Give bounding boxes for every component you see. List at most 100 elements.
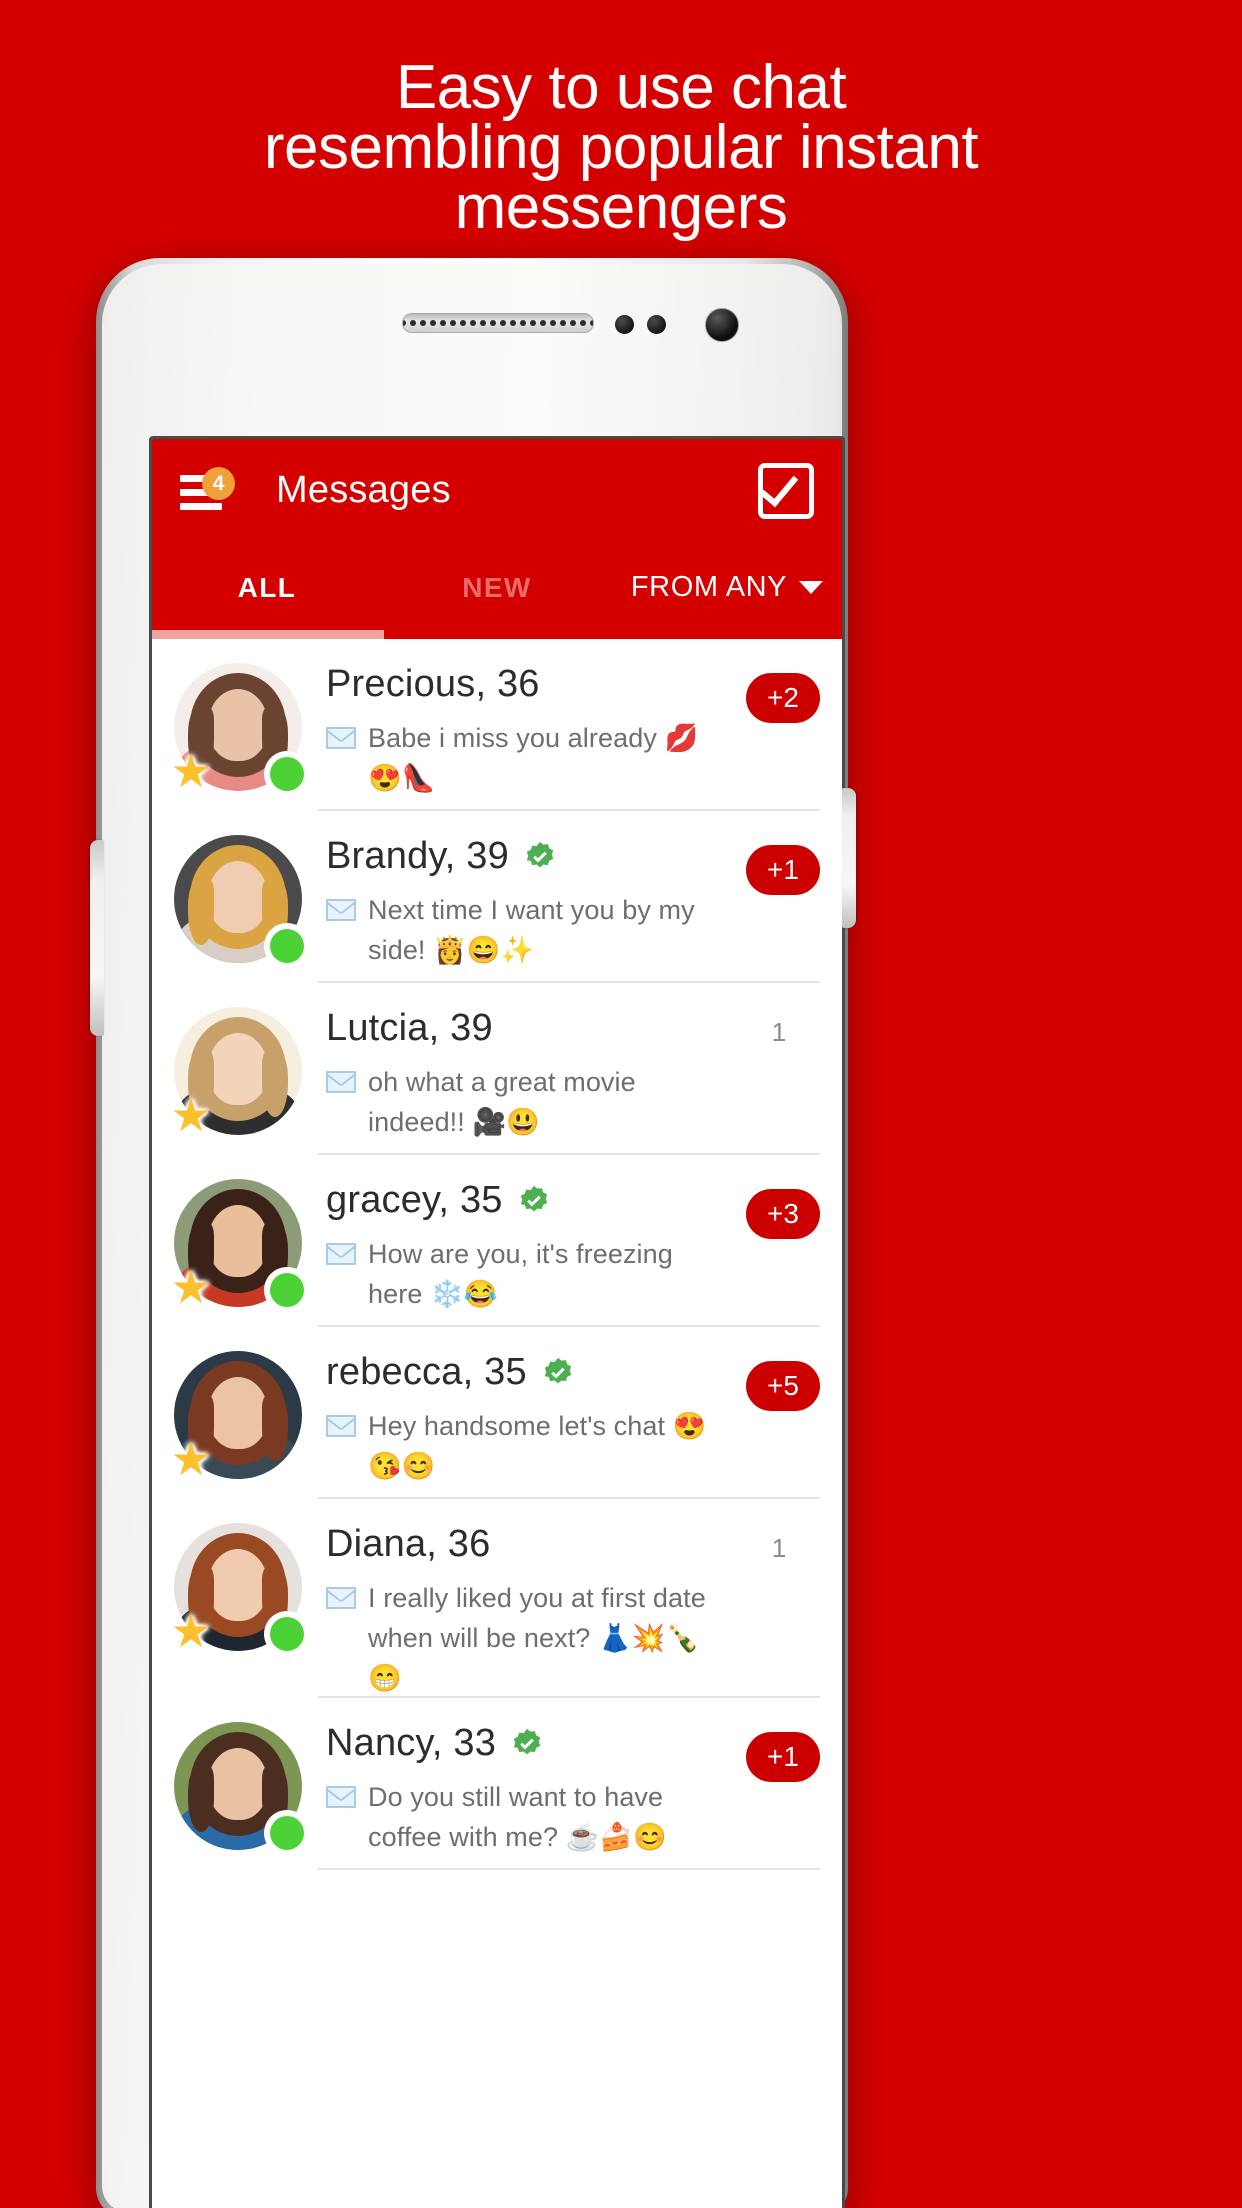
verified-badge-icon: [510, 1727, 544, 1761]
tab-bar: ALL NEW FROM ANY: [152, 545, 842, 630]
message-preview-line: Do you still want to have coffee with me…: [326, 1777, 736, 1857]
checkbox-check-icon[interactable]: [758, 463, 814, 519]
message-row[interactable]: Brandy, 39 Next time I want you by my sid…: [152, 811, 842, 983]
favorite-star-icon: ★: [170, 1433, 212, 1485]
tab-all[interactable]: ALL: [152, 572, 382, 604]
verified-badge-icon: [523, 840, 557, 874]
envelope-icon: [326, 727, 356, 749]
message-snippet: I really liked you at first date when wi…: [368, 1583, 706, 1693]
headline-line-3: messengers: [454, 173, 788, 242]
contact-name-line: Diana, 36: [326, 1523, 736, 1566]
envelope-icon: [326, 1071, 356, 1093]
message-snippet: Hey handsome let's chat 😍😘😊: [368, 1411, 707, 1481]
contact-name-line: rebecca, 35: [326, 1351, 736, 1394]
unread-count-badge: +5: [746, 1361, 820, 1411]
tab-indicator-track: [152, 630, 842, 639]
message-emoji: ☕🍰😊: [565, 1822, 667, 1852]
tab-new[interactable]: NEW: [382, 572, 612, 604]
verified-badge-icon: [517, 1184, 551, 1218]
message-snippet: Next time I want you by my side! 👸😄✨: [368, 895, 695, 965]
envelope-icon: [326, 1587, 356, 1609]
app-bar: 4 Messages: [152, 439, 842, 545]
avatar[interactable]: [174, 1722, 304, 1850]
contact-name-line: Brandy, 39: [326, 835, 736, 878]
contact-name-line: Lutcia, 39: [326, 1007, 736, 1050]
contact-name-line: gracey, 35: [326, 1179, 736, 1222]
menu-badge-count: 4: [202, 467, 235, 500]
envelope-icon: [326, 1415, 356, 1437]
envelope-icon: [326, 1786, 356, 1808]
message-snippet: Babe i miss you already 💋😍👠: [368, 723, 699, 793]
message-emoji: 🎥😃: [472, 1107, 540, 1137]
contact-name: gracey, 35: [326, 1179, 503, 1221]
avatar[interactable]: ★: [170, 1523, 304, 1654]
message-preview-line: Babe i miss you already 💋😍👠: [326, 718, 736, 798]
online-status-dot: [270, 757, 304, 791]
unread-count-badge: +1: [746, 845, 820, 895]
power-button[interactable]: [842, 788, 856, 928]
message-emoji: 👗💥🍾😁: [368, 1623, 700, 1693]
message-preview-line: I really liked you at first date when wi…: [326, 1578, 736, 1698]
contact-name: rebecca, 35: [326, 1351, 527, 1393]
message-row[interactable]: ★ Precious, 36 Babe i miss you already 💋😍👠…: [152, 639, 842, 811]
contact-name-line: Nancy, 33: [326, 1722, 736, 1765]
message-row[interactable]: ★ Diana, 36 I really liked you at first da…: [152, 1499, 842, 1698]
avatar[interactable]: [174, 835, 304, 963]
phone-screen: 4 Messages ALL NEW FROM ANY ★ Precious, …: [149, 436, 845, 2208]
avatar[interactable]: ★: [170, 1007, 302, 1138]
light-sensor-icon: [647, 315, 666, 334]
row-divider: [318, 1868, 820, 1870]
proximity-sensor-icon: [615, 315, 634, 334]
online-status-dot: [270, 929, 304, 963]
headline-line-1: Easy to use chat: [395, 53, 847, 122]
message-row[interactable]: ★ rebecca, 35 Hey handsome let's chat 😍😘😊 +…: [152, 1327, 842, 1499]
page-title: Messages: [276, 469, 451, 511]
unread-count-badge: +1: [746, 1732, 820, 1782]
favorite-star-icon: ★: [170, 1089, 212, 1141]
avatar[interactable]: ★: [170, 1179, 304, 1310]
message-emoji: 👸😄✨: [433, 935, 535, 965]
hamburger-menu-icon[interactable]: 4: [180, 467, 235, 513]
unread-count-badge: +3: [746, 1189, 820, 1239]
contact-name: Nancy, 33: [326, 1722, 497, 1764]
earpiece-speaker-icon: [402, 313, 594, 333]
message-preview-line: Next time I want you by my side! 👸😄✨: [326, 890, 736, 970]
headline-line-2: resembling popular instant: [263, 113, 979, 182]
message-snippet: Do you still want to have coffee with me…: [368, 1782, 667, 1852]
favorite-star-icon: ★: [170, 1261, 212, 1313]
online-status-dot: [270, 1273, 304, 1307]
contact-name-line: Precious, 36: [326, 663, 736, 706]
envelope-icon: [326, 899, 356, 921]
chevron-down-icon: [799, 581, 824, 594]
tab-active-indicator: [152, 630, 384, 639]
message-snippet: How are you, it's freezing here ❄️😂: [368, 1239, 673, 1309]
online-status-dot: [270, 1816, 304, 1850]
online-status-dot: [270, 1617, 304, 1651]
message-count: 1: [771, 1017, 787, 1047]
contact-name: Lutcia, 39: [326, 1007, 493, 1049]
favorite-star-icon: ★: [170, 1605, 212, 1657]
message-snippet: oh what a great movie indeed!! 🎥😃: [368, 1067, 636, 1137]
promo-headline: Easy to use chat resembling popular inst…: [0, 53, 1242, 242]
verified-badge-icon: [541, 1356, 575, 1390]
message-emoji: 💋😍👠: [368, 723, 699, 793]
unread-count-badge: +2: [746, 673, 820, 723]
front-camera-icon: [705, 308, 739, 342]
avatar[interactable]: ★: [170, 1351, 302, 1482]
message-count: 1: [771, 1533, 787, 1563]
message-row[interactable]: ★ gracey, 35 How are you, it's freezing he…: [152, 1155, 842, 1327]
phone-mockup: 4 Messages ALL NEW FROM ANY ★ Precious, …: [48, 258, 1196, 2208]
message-list: ★ Precious, 36 Babe i miss you already 💋😍👠…: [152, 639, 842, 1870]
message-row[interactable]: ★ Lutcia, 39 oh what a great movie indeed!…: [152, 983, 842, 1155]
phone-body: 4 Messages ALL NEW FROM ANY ★ Precious, …: [102, 264, 845, 2208]
favorite-star-icon: ★: [170, 745, 212, 797]
message-emoji: 😍😘😊: [368, 1411, 707, 1481]
tab-from-any[interactable]: FROM ANY: [612, 571, 842, 604]
tab-from-any-label: FROM ANY: [630, 571, 788, 603]
message-preview-line: Hey handsome let's chat 😍😘😊: [326, 1406, 736, 1486]
message-row[interactable]: Nancy, 33 Do you still want to have coffe…: [152, 1698, 842, 1870]
avatar[interactable]: ★: [170, 663, 304, 794]
message-emoji: ❄️😂: [430, 1279, 498, 1309]
volume-button[interactable]: [90, 840, 104, 1036]
contact-name: Diana, 36: [326, 1523, 491, 1565]
